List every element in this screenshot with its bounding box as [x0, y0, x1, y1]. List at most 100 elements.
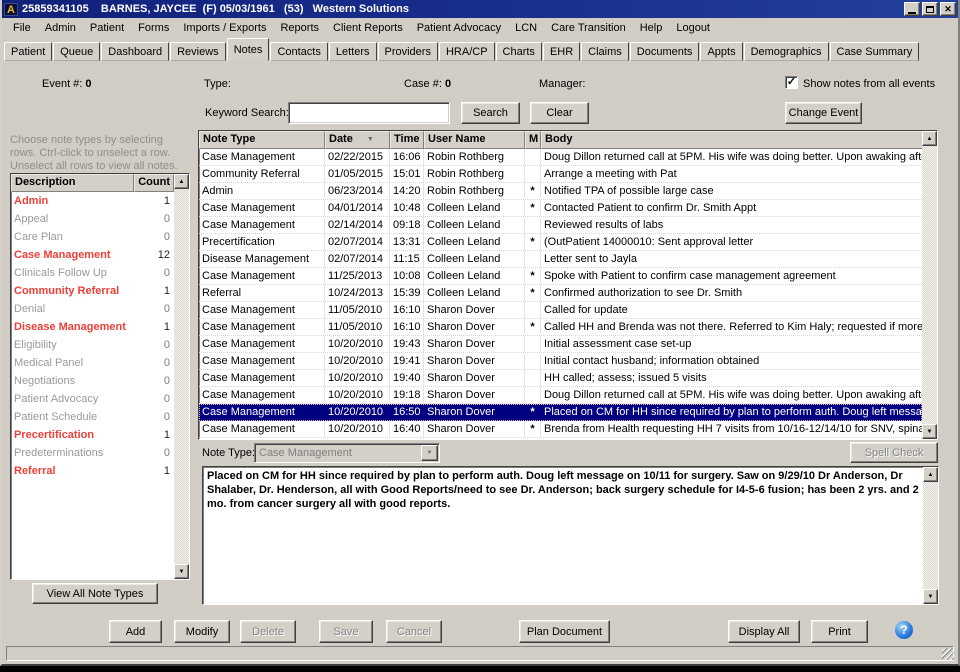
scroll-up-icon[interactable]: ▲	[922, 131, 937, 146]
note-type-row[interactable]: Precertification1	[11, 426, 174, 444]
notes-col-type[interactable]: Note Type	[199, 131, 325, 149]
notes-col-date[interactable]: Date▼	[325, 131, 390, 149]
table-row[interactable]: Case Management04/01/201410:48Colleen Le…	[199, 200, 922, 217]
tab-charts[interactable]: Charts	[496, 42, 542, 61]
menu-item-forms[interactable]: Forms	[131, 20, 176, 36]
note-type-row[interactable]: Clinicals Follow Up0	[11, 264, 174, 282]
clear-button[interactable]: Clear	[530, 102, 589, 124]
save-button[interactable]: Save	[319, 620, 373, 643]
table-row[interactable]: Case Management10/20/201019:41Sharon Dov…	[199, 353, 922, 370]
tab-dashboard[interactable]: Dashboard	[101, 42, 169, 61]
tab-providers[interactable]: Providers	[378, 42, 438, 61]
menu-item-lcn[interactable]: LCN	[508, 20, 544, 36]
notes-col-body[interactable]: Body	[541, 131, 922, 149]
menu-item-patient-advocacy[interactable]: Patient Advocacy	[410, 20, 508, 36]
note-type-row[interactable]: Patient Schedule0	[11, 408, 174, 426]
note-body-editor[interactable]: Placed on CM for HH since required by pl…	[202, 466, 939, 605]
menu-item-logout[interactable]: Logout	[669, 20, 717, 36]
tab-demographics[interactable]: Demographics	[744, 42, 829, 61]
close-button[interactable]: ✕	[940, 2, 956, 16]
note-type-row[interactable]: Medical Panel0	[11, 354, 174, 372]
menu-item-imports-exports[interactable]: Imports / Exports	[176, 20, 273, 36]
table-row[interactable]: Case Management02/22/201516:06Robin Roth…	[199, 149, 922, 166]
note-type-row[interactable]: Community Referral1	[11, 282, 174, 300]
note-type-row[interactable]: Case Management12	[11, 246, 174, 264]
chevron-down-icon[interactable]: ▼	[421, 445, 438, 461]
note-types-scrollbar[interactable]: ▲ ▼	[174, 174, 189, 579]
note-type-row[interactable]: Admin1	[11, 192, 174, 210]
table-row[interactable]: Case Management10/20/201016:50Sharon Dov…	[199, 404, 922, 421]
view-all-note-types-button[interactable]: View All Note Types	[32, 583, 158, 604]
tab-patient[interactable]: Patient	[4, 42, 52, 61]
table-row[interactable]: Case Management10/20/201019:43Sharon Dov…	[199, 336, 922, 353]
note-type-row[interactable]: Care Plan0	[11, 228, 174, 246]
tab-hra-cp[interactable]: HRA/CP	[439, 42, 495, 61]
note-type-row[interactable]: Appeal0	[11, 210, 174, 228]
table-row[interactable]: Disease Management02/07/201411:15Colleen…	[199, 251, 922, 268]
table-row[interactable]: Case Management02/14/201409:18Colleen Le…	[199, 217, 922, 234]
modify-button[interactable]: Modify	[174, 620, 230, 643]
plan-document-button[interactable]: Plan Document	[519, 620, 610, 643]
note-types-col-description[interactable]: Description	[11, 174, 134, 192]
delete-button[interactable]: Delete	[240, 620, 296, 643]
menu-item-admin[interactable]: Admin	[38, 20, 83, 36]
table-row[interactable]: Case Management10/20/201019:18Sharon Dov…	[199, 387, 922, 404]
tab-letters[interactable]: Letters	[329, 42, 377, 61]
menu-item-file[interactable]: File	[6, 20, 38, 36]
note-type-dropdown[interactable]: Case Management ▼	[254, 443, 440, 463]
scroll-down-icon[interactable]: ▼	[922, 424, 937, 439]
scroll-up-icon[interactable]: ▲	[923, 467, 938, 482]
tab-documents[interactable]: Documents	[630, 42, 700, 61]
table-row[interactable]: Case Management11/05/201016:10Sharon Dov…	[199, 302, 922, 319]
table-row[interactable]: Admin06/23/201414:20Robin Rothberg*Notif…	[199, 183, 922, 200]
keyword-search-input[interactable]	[288, 102, 450, 124]
scroll-down-icon[interactable]: ▼	[923, 589, 938, 604]
search-button[interactable]: Search	[461, 102, 520, 124]
tab-contacts[interactable]: Contacts	[270, 42, 327, 61]
notes-table-scrollbar[interactable]: ▲ ▼	[922, 131, 937, 439]
notes-col-user[interactable]: User Name	[424, 131, 525, 149]
table-row[interactable]: Case Management11/25/201310:08Colleen Le…	[199, 268, 922, 285]
table-row[interactable]: Case Management10/20/201019:40Sharon Dov…	[199, 370, 922, 387]
table-row[interactable]: Community Referral01/05/201515:01Robin R…	[199, 166, 922, 183]
table-row[interactable]: Case Management11/05/201016:10Sharon Dov…	[199, 319, 922, 336]
note-type-row[interactable]: Referral1	[11, 462, 174, 480]
note-type-row[interactable]: Disease Management1	[11, 318, 174, 336]
scroll-down-icon[interactable]: ▼	[174, 564, 189, 579]
tab-case-summary[interactable]: Case Summary	[830, 42, 920, 61]
note-body-scrollbar[interactable]: ▲ ▼	[923, 467, 938, 604]
spell-check-button[interactable]: Spell Check	[850, 442, 938, 463]
tab-queue[interactable]: Queue	[53, 42, 100, 61]
table-row[interactable]: Precertification02/07/201413:31Colleen L…	[199, 234, 922, 251]
scroll-up-icon[interactable]: ▲	[174, 174, 189, 189]
menu-item-patient[interactable]: Patient	[83, 20, 131, 36]
print-button[interactable]: Print	[811, 620, 868, 643]
change-event-button[interactable]: Change Event	[785, 102, 862, 124]
add-button[interactable]: Add	[109, 620, 162, 643]
note-type-row[interactable]: Predeterminations0	[11, 444, 174, 462]
cancel-button[interactable]: Cancel	[386, 620, 442, 643]
tab-appts[interactable]: Appts	[700, 42, 742, 61]
table-row[interactable]: Referral10/24/201315:39Colleen Leland*Co…	[199, 285, 922, 302]
note-types-col-count[interactable]: Count	[134, 174, 174, 192]
menu-item-reports[interactable]: Reports	[273, 20, 326, 36]
resize-grip[interactable]	[942, 648, 954, 660]
tab-claims[interactable]: Claims	[581, 42, 629, 61]
tab-notes[interactable]: Notes	[227, 38, 270, 61]
table-row[interactable]: Case Management10/20/201016:40Sharon Dov…	[199, 421, 922, 438]
note-type-row[interactable]: Negotiations0	[11, 372, 174, 390]
notes-col-m[interactable]: M	[525, 131, 541, 149]
tab-ehr[interactable]: EHR	[543, 42, 580, 61]
display-all-button[interactable]: Display All	[728, 620, 800, 643]
note-type-row[interactable]: Denial0	[11, 300, 174, 318]
notes-col-time[interactable]: Time	[390, 131, 424, 149]
note-type-row[interactable]: Patient Advocacy0	[11, 390, 174, 408]
maximize-button[interactable]	[922, 2, 938, 16]
tab-reviews[interactable]: Reviews	[170, 42, 226, 61]
note-type-row[interactable]: Eligibility0	[11, 336, 174, 354]
show-notes-checkbox[interactable]: ✓	[785, 76, 798, 89]
minimize-button[interactable]	[904, 2, 920, 16]
menu-item-care-transition[interactable]: Care Transition	[544, 20, 633, 36]
note-body-text[interactable]: Placed on CM for HH since required by pl…	[203, 467, 923, 604]
help-icon[interactable]: ?	[895, 621, 913, 639]
